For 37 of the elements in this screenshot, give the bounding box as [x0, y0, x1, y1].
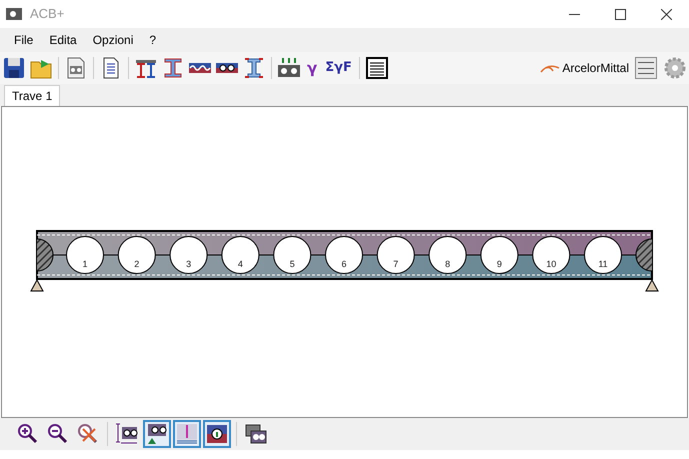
gamma-button[interactable]: γ: [304, 55, 320, 81]
menu-item[interactable]: Edita: [41, 30, 85, 50]
maximize-icon: [614, 8, 626, 20]
support-icon: [30, 278, 44, 292]
close-icon: [660, 8, 672, 20]
window-title: ACB+: [30, 5, 64, 24]
menu-button[interactable]: [635, 57, 657, 79]
menu-item[interactable]: Opzioni: [84, 30, 142, 50]
web-opening: 1: [66, 236, 104, 274]
web-opening: 3: [170, 236, 208, 274]
menu-item[interactable]: File: [6, 30, 42, 50]
support-icon: [645, 278, 659, 292]
web-opening: 5: [273, 236, 312, 274]
settings-icon[interactable]: [663, 56, 687, 80]
web-opening: 4: [221, 236, 260, 274]
hatched-end-icon: [636, 238, 652, 272]
info-beam-button[interactable]: [203, 420, 231, 448]
web-opening: 9: [480, 236, 518, 274]
web-opening: 11: [584, 236, 622, 274]
menu-item[interactable]: ?: [141, 30, 164, 50]
beam-height-icon[interactable]: [242, 56, 266, 80]
app-icon: [6, 8, 22, 20]
stiffener-button[interactable]: [173, 420, 201, 448]
web-opening: 6: [325, 236, 363, 274]
web-opening: 8: [428, 236, 467, 274]
loaded-beam-icon[interactable]: [277, 56, 301, 80]
list-window-icon[interactable]: [364, 56, 389, 80]
brand-name: ArcelorMittal: [562, 60, 629, 77]
sum-button[interactable]: ΣγF: [323, 55, 354, 81]
beam-support-button[interactable]: [143, 420, 171, 448]
save-icon[interactable]: [2, 56, 26, 80]
web-opening: 2: [118, 236, 156, 274]
tab[interactable]: Trave 1: [4, 85, 60, 106]
web-opening: 10: [532, 236, 570, 274]
brand-logo-icon: [540, 63, 560, 73]
hatched-end-icon: [37, 238, 54, 272]
web-opening: 7: [376, 236, 415, 274]
